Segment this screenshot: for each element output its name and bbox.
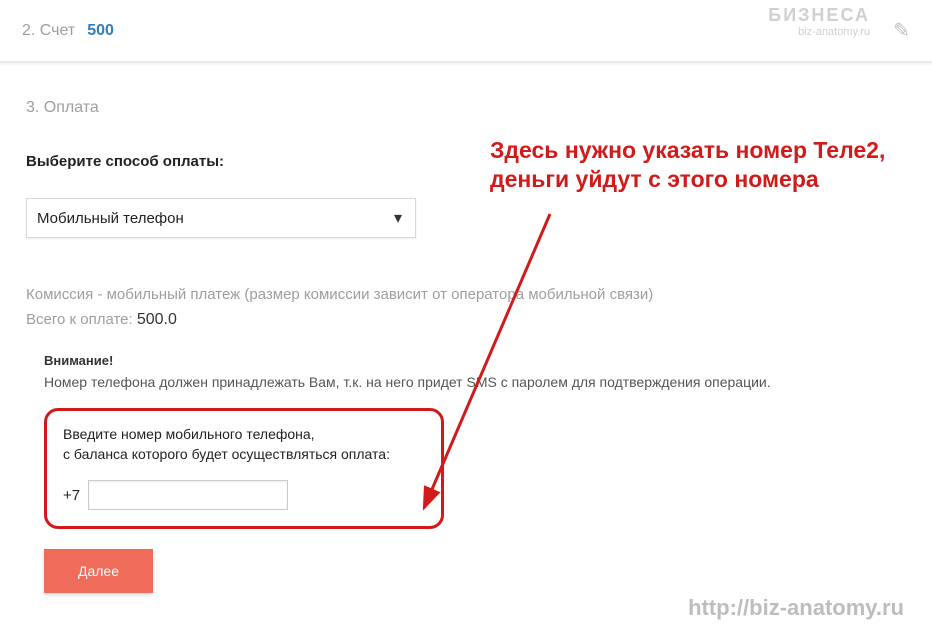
total-label: Всего к оплате: [26,311,133,328]
edit-icon[interactable]: ✎ [893,18,910,43]
footer-url: http://biz-anatomy.ru [688,595,904,621]
step2-amount: 500 [87,22,114,40]
warning-title: Внимание! [44,353,888,368]
step2-label: 2. Счет [22,22,75,40]
step3-label: 3. Оплата [26,99,906,117]
payment-method-select-wrap: Мобильный телефон [26,198,416,238]
warning-text: Номер телефона должен принадлежать Вам, … [44,374,888,390]
payment-method-select[interactable]: Мобильный телефон [26,198,416,238]
fee-line: Комиссия - мобильный платеж (размер коми… [26,286,906,303]
phone-prefix: +7 [63,487,80,504]
total-line: Всего к оплате: 500.0 [26,311,906,329]
phone-input[interactable] [88,480,288,510]
annotation-text: Здесь нужно указать номер Теле2, деньги … [490,136,920,194]
phone-input-box: Введите номер мобильного телефона, с бал… [44,408,444,529]
step2-bar: 2. Счет 500 ✎ [0,0,932,63]
phone-input-label: Введите номер мобильного телефона, с бал… [63,425,425,464]
total-value: 500.0 [137,311,177,328]
next-button[interactable]: Далее [44,549,153,593]
